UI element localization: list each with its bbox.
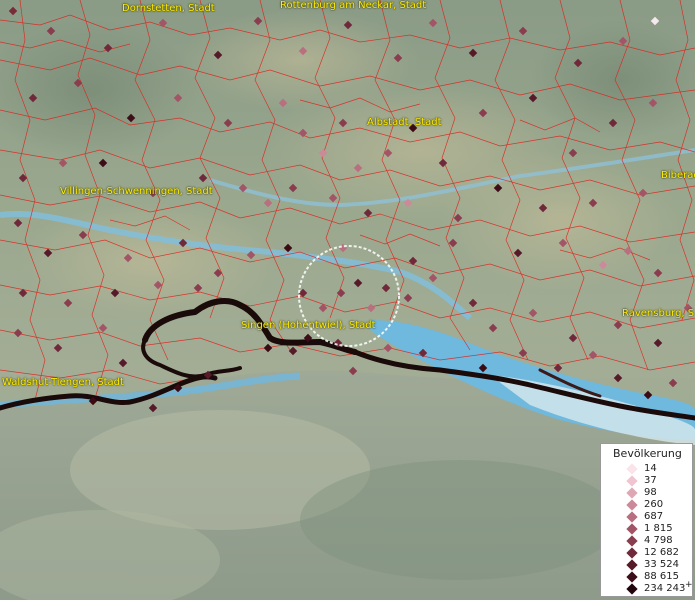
legend-swatch xyxy=(626,583,638,595)
legend-title: Bevölkerung xyxy=(613,447,682,460)
legend-value: 14 xyxy=(644,463,657,474)
legend-value: 4 798 xyxy=(644,535,673,546)
legend-row: 12 682 xyxy=(601,547,692,559)
legend-swatch xyxy=(626,487,638,499)
legend-value: 37 xyxy=(644,475,657,486)
map-view[interactable]: Dornstetten, Stadt Rottenburg am Neckar,… xyxy=(0,0,695,600)
map-canvas[interactable] xyxy=(0,0,695,600)
legend-value: 33 524 xyxy=(644,559,679,570)
city-label-ravensburg[interactable]: Ravensburg, S xyxy=(622,308,694,320)
legend-swatch xyxy=(626,559,638,571)
legend-swatch xyxy=(626,571,638,583)
city-label-waldshut[interactable]: Waldshut-Tiengen, Stadt xyxy=(2,377,124,389)
legend-value: 260 xyxy=(644,499,664,510)
city-label-biberach[interactable]: Biberac xyxy=(661,170,695,182)
city-label-villingen[interactable]: Villingen-Schwenningen, Stadt xyxy=(60,186,213,198)
legend-swatch xyxy=(626,499,638,511)
city-label-albstadt[interactable]: Albstadt, Stadt xyxy=(367,117,442,129)
legend-row: 260 xyxy=(601,499,692,511)
city-label-singen[interactable]: Singen (Hohentwiel), Stadt xyxy=(241,320,376,332)
legend-value: 687 xyxy=(644,511,664,522)
legend-value: 88 615 xyxy=(644,571,679,582)
legend-swatch xyxy=(626,475,638,487)
city-label-rottenburg[interactable]: Rottenburg am Neckar, Stadt xyxy=(280,0,426,12)
legend-row: 37 xyxy=(601,475,692,487)
legend-value: 98 xyxy=(644,487,657,498)
legend-swatch xyxy=(626,523,638,535)
legend-row: 1 815 xyxy=(601,523,692,535)
legend-value: 12 682 xyxy=(644,547,679,558)
legend-row: 687 xyxy=(601,511,692,523)
population-legend: Bevölkerung 14 37 98 260 687 1 815 4 798 12 682… xyxy=(600,443,693,597)
legend-value: 1 815 xyxy=(644,523,673,534)
city-label-dornstetten[interactable]: Dornstetten, Stadt xyxy=(122,3,215,15)
legend-row: 234 243 + xyxy=(601,580,693,595)
legend-plus-sign: + xyxy=(685,580,693,590)
legend-swatch xyxy=(626,463,638,475)
legend-row: 98 xyxy=(601,487,692,499)
legend-row: 14 xyxy=(601,463,692,475)
legend-row: 4 798 xyxy=(601,535,692,547)
legend-swatch xyxy=(626,511,638,523)
legend-row: 33 524 xyxy=(601,559,692,571)
legend-swatch xyxy=(626,547,638,559)
legend-row: 88 615 xyxy=(601,571,692,583)
legend-value: 234 243 xyxy=(644,583,686,594)
legend-swatch xyxy=(626,535,638,547)
